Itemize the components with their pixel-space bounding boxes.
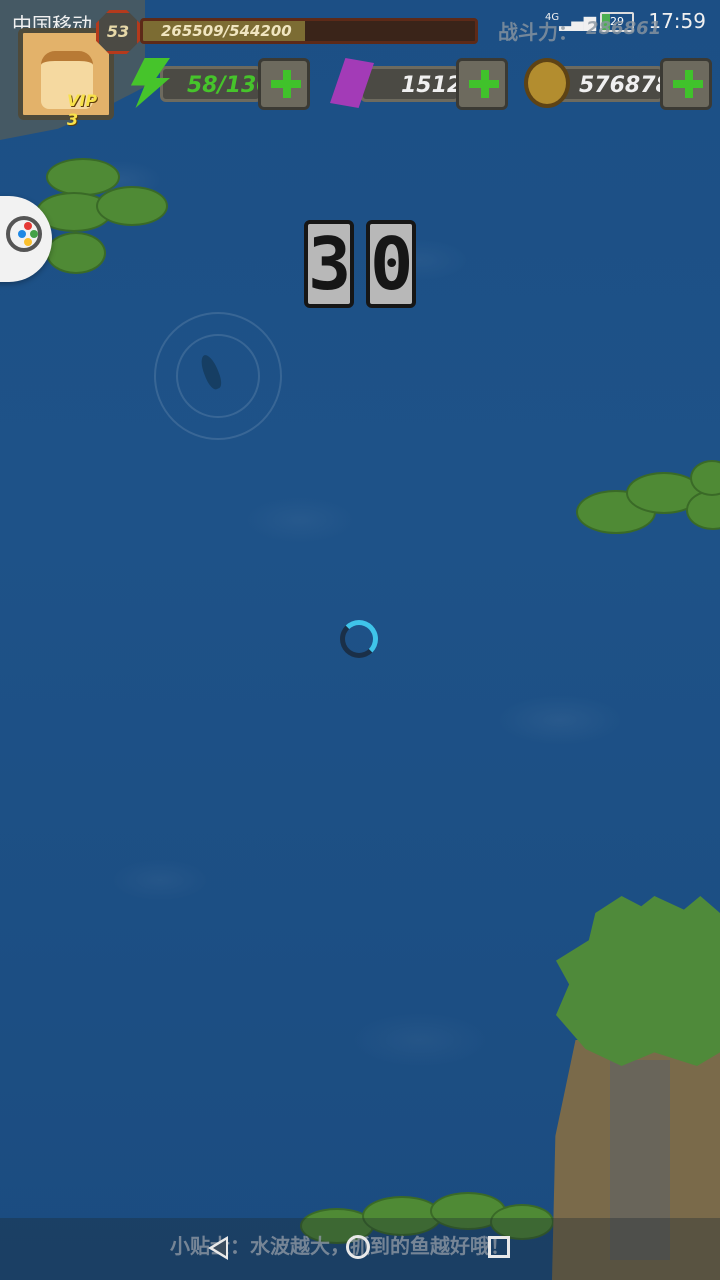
countdown-digit: 3 xyxy=(304,220,354,308)
xp-bar: 265509/544200 xyxy=(140,18,478,44)
xp-text: 265509/544200 xyxy=(161,22,292,40)
home-icon[interactable] xyxy=(346,1235,370,1259)
coin-icon xyxy=(524,58,570,108)
game-controller-icon xyxy=(6,216,42,252)
power-label: 战斗力： xyxy=(498,20,578,44)
coin-resource: 576878 xyxy=(556,58,716,110)
back-icon-inner xyxy=(213,1240,226,1256)
add-coins-button[interactable] xyxy=(660,58,712,110)
energy-box: 58/130 xyxy=(160,66,272,102)
energy-resource: 58/130 xyxy=(160,58,312,110)
add-energy-button[interactable] xyxy=(258,58,310,110)
gem-value: 1512 xyxy=(401,73,463,98)
coin-box: 576878 xyxy=(556,66,671,102)
vip-badge: VIP 3 xyxy=(67,91,98,129)
countdown-digit: 0 xyxy=(366,220,416,308)
gem-resource: 1512 xyxy=(360,58,510,110)
countdown-timer: 3 0 xyxy=(304,220,420,310)
gem-box: 1512 xyxy=(360,66,463,102)
recent-apps-icon[interactable] xyxy=(488,1236,510,1258)
loading-spinner-icon xyxy=(340,620,378,658)
power-value: 286861 xyxy=(586,18,662,39)
lily-pad xyxy=(96,186,168,226)
coin-value: 576878 xyxy=(579,73,671,98)
lily-pad xyxy=(46,232,106,274)
add-gems-button[interactable] xyxy=(456,58,508,110)
